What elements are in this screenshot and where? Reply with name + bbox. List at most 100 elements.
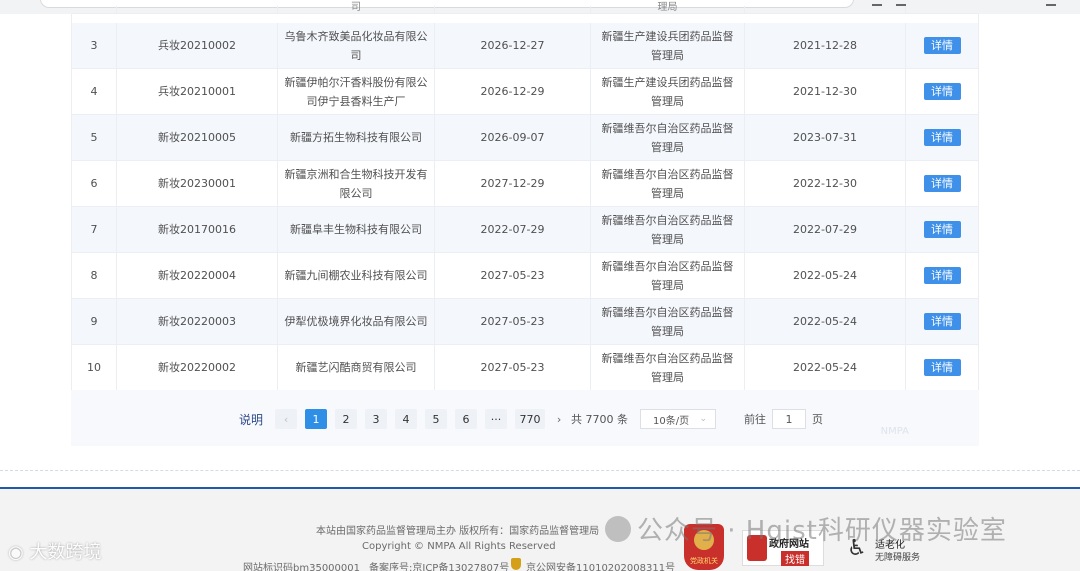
pagination: 说明 ‹ 1 2 3 4 5 6 ··· 770 › 共 7700 条 10条/…: [239, 408, 823, 430]
company-name: 新疆方拓生物科技有限公司: [278, 115, 435, 160]
table-row: 7 新妆20170016 新疆阜丰生物科技有限公司 2022-07-29 新疆维…: [72, 207, 978, 253]
page-button-1[interactable]: 1: [305, 409, 328, 429]
err-badge-action: 找错: [781, 551, 809, 566]
issue-date: 2022-12-30: [745, 161, 906, 206]
row-number: 7: [72, 207, 117, 252]
license-number: 新妆20170016: [117, 207, 278, 252]
footer-site-id: 网站标识码bm35000001: [243, 563, 360, 571]
issuing-authority: 新疆维吾尔自治区药品监督管理局: [591, 253, 745, 298]
detail-button[interactable]: 详情: [923, 221, 961, 238]
detail-button[interactable]: 详情: [923, 313, 961, 330]
license-number: 新妆20220004: [117, 253, 278, 298]
valid-until: 2026-12-29: [435, 69, 591, 114]
row-number: 9: [72, 299, 117, 344]
valid-until: 2027-05-23: [435, 253, 591, 298]
goto-page-input[interactable]: 1: [772, 409, 807, 429]
issuing-authority: 新疆维吾尔自治区药品监督管理局: [591, 345, 745, 390]
chevron-down-icon: ⌄: [699, 414, 708, 424]
page-size-value: 10条/页: [653, 415, 690, 427]
row-number: 10: [72, 345, 117, 390]
last-page-button[interactable]: 770: [515, 409, 546, 429]
license-number: 兵妆20210002: [117, 23, 278, 68]
table-row-partial: 司 理局: [72, 3, 978, 14]
page-size-select[interactable]: 10条/页 ⌄: [640, 409, 717, 429]
issuing-authority: 新疆生产建设兵团药品监督管理局: [591, 69, 745, 114]
police-badge-icon: [511, 558, 521, 570]
company-name: 新疆九间棚农业科技有限公司: [278, 253, 435, 298]
goto-suffix: 页: [812, 413, 824, 426]
valid-until: 2026-09-07: [435, 115, 591, 160]
table-row: 8 新妆20220004 新疆九间棚农业科技有限公司 2027-05-23 新疆…: [72, 253, 978, 299]
company-name: 新疆京洲和合生物科技开发有限公司: [278, 161, 435, 206]
valid-until: 2027-05-23: [435, 299, 591, 344]
issue-date: 2022-05-24: [745, 299, 906, 344]
detail-button[interactable]: 详情: [923, 175, 961, 192]
license-number: 新妆20230001: [117, 161, 278, 206]
company-name: 新疆阜丰生物科技有限公司: [278, 207, 435, 252]
table-row: 10 新妆20220002 新疆艺闪酷商贸有限公司 2027-05-23 新疆维…: [72, 345, 978, 391]
wechat-icon: [605, 516, 631, 542]
gov-badge-label: 党政机关: [690, 557, 718, 565]
goto-label: 前往: [744, 413, 767, 426]
detail-button[interactable]: 详情: [923, 267, 961, 284]
issue-date: 2021-12-28: [745, 23, 906, 68]
page-button-3[interactable]: 3: [365, 409, 388, 429]
license-number: 新妆20220003: [117, 299, 278, 344]
table-row: 6 新妆20230001 新疆京洲和合生物科技开发有限公司 2027-12-29…: [72, 161, 978, 207]
page-button-5[interactable]: 5: [425, 409, 448, 429]
footer-host: 本站由国家药品监督管理局主办 版权所有：国家药品监督管理局: [316, 526, 600, 537]
valid-until: 2026-12-27: [435, 23, 591, 68]
menu-icon[interactable]: [1046, 0, 1056, 6]
results-table: 司 理局 3 兵妆20210002 乌鲁木齐致美品化妆品有限公司 2026-12…: [71, 3, 979, 391]
partial-text: 理局: [591, 3, 745, 13]
wechat-watermark-text: 公众号 · Hgist科研仪器实验室: [637, 516, 1007, 546]
detail-button[interactable]: 详情: [923, 129, 961, 146]
table-row: 5 新妆20210005 新疆方拓生物科技有限公司 2026-09-07 新疆维…: [72, 115, 978, 161]
next-page-button[interactable]: ›: [553, 409, 565, 429]
brand-watermark-text: 大数跨境: [29, 542, 102, 563]
valid-until: 2027-12-29: [435, 161, 591, 206]
company-name: 新疆艺闪酷商贸有限公司: [278, 345, 435, 390]
issuing-authority: 新疆维吾尔自治区药品监督管理局: [591, 115, 745, 160]
explain-link[interactable]: 说明: [239, 411, 263, 428]
more-pages-button[interactable]: ···: [485, 409, 508, 429]
page-button-2[interactable]: 2: [335, 409, 358, 429]
row-number: 6: [72, 161, 117, 206]
page-button-4[interactable]: 4: [395, 409, 418, 429]
footer-police[interactable]: 京公网安备11010202008311号: [526, 559, 675, 571]
issue-date: 2021-12-30: [745, 69, 906, 114]
brand-logo-icon: ◉: [8, 542, 24, 563]
valid-until: 2022-07-29: [435, 207, 591, 252]
wechat-watermark: 公众号 · Hgist科研仪器实验室: [605, 510, 1007, 547]
page-button-6[interactable]: 6: [455, 409, 478, 429]
footer-copyright: Copyright © NMPA All Rights Reserved: [362, 541, 556, 552]
company-name: 新疆伊帕尔汗香料股份有限公司伊宁县香料生产厂: [278, 69, 435, 114]
detail-button[interactable]: 详情: [923, 83, 961, 100]
row-number: 3: [72, 23, 117, 68]
issue-date: 2023-07-31: [745, 115, 906, 160]
company-name: 伊犁优极境界化妆品有限公司: [278, 299, 435, 344]
table-row: 4 兵妆20210001 新疆伊帕尔汗香料股份有限公司伊宁县香料生产厂 2026…: [72, 69, 978, 115]
row-number: 8: [72, 253, 117, 298]
issuing-authority: 新疆维吾尔自治区药品监督管理局: [591, 207, 745, 252]
license-number: 新妆20210005: [117, 115, 278, 160]
detail-button[interactable]: 详情: [923, 37, 961, 54]
footer-icp[interactable]: 备案序号:京ICP备13027807号: [369, 559, 509, 571]
valid-until: 2027-05-23: [435, 345, 591, 390]
issuing-authority: 新疆生产建设兵团药品监督管理局: [591, 23, 745, 68]
brand-watermark: ◉ 大数跨境: [8, 538, 101, 564]
partial-text: 司: [278, 3, 435, 13]
company-name: 乌鲁木齐致美品化妆品有限公司: [278, 23, 435, 68]
issue-date: 2022-07-29: [745, 207, 906, 252]
detail-button[interactable]: 详情: [923, 359, 961, 376]
license-number: 新妆20220002: [117, 345, 278, 390]
pagination-area: 说明 ‹ 1 2 3 4 5 6 ··· 770 › 共 7700 条 10条/…: [71, 390, 979, 446]
table-row: 9 新妆20220003 伊犁优极境界化妆品有限公司 2027-05-23 新疆…: [72, 299, 978, 345]
issuing-authority: 新疆维吾尔自治区药品监督管理局: [591, 161, 745, 206]
divider: [0, 470, 1080, 472]
issuing-authority: 新疆维吾尔自治区药品监督管理局: [591, 299, 745, 344]
total-count: 共 7700 条: [571, 413, 629, 426]
prev-page-button[interactable]: ‹: [275, 409, 298, 429]
license-number: 兵妆20210001: [117, 69, 278, 114]
nmpa-watermark: NMPA: [880, 426, 909, 437]
